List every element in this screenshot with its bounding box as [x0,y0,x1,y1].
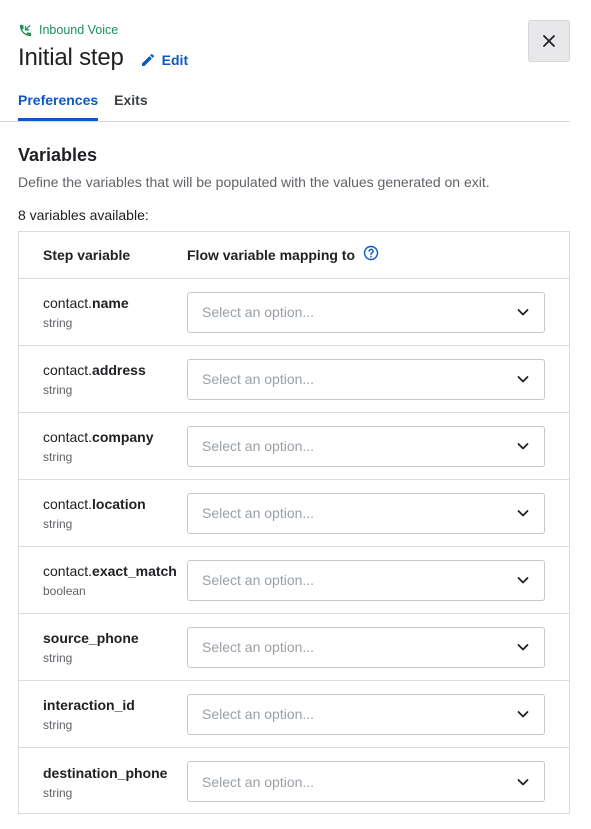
flow-variable-select[interactable]: Select an option... [187,761,545,802]
chevron-down-icon [516,573,530,587]
chevron-down-icon [516,775,530,789]
pencil-icon [140,52,156,68]
step-variable-name: source_phone [43,629,187,647]
step-variable-name: contact.location [43,495,187,513]
flow-variable-select[interactable]: Select an option... [187,693,545,735]
chevron-down-icon [516,506,530,520]
chevron-down-icon [516,305,530,319]
step-variable-cell: contact.name string [43,294,187,330]
flow-variable-select[interactable]: Select an option... [187,358,545,400]
table-row: interaction_id string Select an option..… [19,681,569,748]
step-variable-type: string [43,651,73,665]
select-placeholder: Select an option... [202,505,315,521]
step-variable-key: source_phone [43,630,139,646]
column-header-flow-variable-label: Flow variable mapping to [187,247,356,263]
column-header-step-variable: Step variable [43,247,131,263]
variables-table: Step variable Flow variable mapping to c… [18,231,570,814]
variables-count: 8 variables available: [18,207,149,223]
step-variable-cell: destination_phone string [43,764,187,800]
tab-preferences[interactable]: Preferences [18,88,99,121]
step-variable-key: interaction_id [43,697,135,713]
select-placeholder: Select an option... [202,438,315,454]
step-variable-cell: contact.address string [43,361,187,397]
flow-variable-select[interactable]: Select an option... [187,626,545,668]
table-row: contact.exact_match boolean Select an op… [19,547,569,614]
step-variable-key: name [92,295,129,311]
step-variable-prefix: contact. [43,563,93,579]
phone-incoming-icon [18,23,33,38]
flow-variable-select[interactable]: Select an option... [187,559,545,601]
column-header-flow-variable: Flow variable mapping to [187,245,379,263]
step-variable-prefix: contact. [43,362,93,378]
step-variable-key: destination_phone [43,764,168,781]
step-variable-prefix: contact. [43,295,93,311]
flow-variable-select[interactable]: Select an option... [187,492,545,534]
table-header: Step variable Flow variable mapping to [19,232,569,279]
chevron-down-icon [516,372,530,386]
chevron-down-icon [516,707,530,721]
table-row: contact.name string Select an option... [19,279,569,346]
step-variable-type: string [43,316,73,330]
help-circle-icon[interactable] [363,245,379,261]
tabs-divider [0,121,570,122]
flow-variable-select[interactable]: Select an option... [187,425,545,467]
step-variable-name: interaction_id [43,696,187,714]
variables-section: Variables Define the variables that will… [18,145,570,223]
step-variable-type: string [43,383,73,397]
table-row: contact.company string Select an option.… [19,413,569,480]
chevron-down-icon [516,640,530,654]
step-variable-key: address [92,362,146,378]
step-variable-name: contact.exact_match [43,562,187,580]
step-variable-prefix: contact. [43,429,93,445]
select-placeholder: Select an option... [202,639,315,655]
step-variable-type: string [43,517,73,531]
step-header: Inbound Voice Initial step Edit [18,22,570,73]
step-variable-cell: source_phone string [43,629,187,665]
step-variable-key: location [92,496,146,512]
edit-button[interactable]: Edit [140,52,188,68]
section-title: Variables [18,145,98,165]
table-row: contact.address string Select an option.… [19,346,569,413]
flow-type-text: Inbound Voice [39,23,119,37]
select-placeholder: Select an option... [202,773,315,790]
step-variable-cell: contact.location string [43,495,187,531]
step-variable-type: string [43,450,73,464]
step-variable-type: string [43,785,73,800]
section-description: Define the variables that will be popula… [18,174,490,190]
step-variable-name: contact.company [43,428,187,446]
step-variable-key: company [92,429,154,445]
step-variable-name: destination_phone [43,764,187,782]
edit-label: Edit [161,52,189,68]
flow-type-label: Inbound Voice [18,22,570,38]
step-variable-key: exact_match [92,563,177,579]
step-variable-prefix: contact. [43,496,93,512]
table-row: destination_phone string Select an optio… [19,748,569,815]
select-placeholder: Select an option... [202,572,315,588]
page-title: Initial step [18,44,124,71]
step-variable-cell: interaction_id string [43,696,187,732]
tab-exits[interactable]: Exits [114,88,147,121]
table-body: contact.name string Select an option... … [19,279,569,815]
tab-bar: Preferences Exits [18,88,148,121]
select-placeholder: Select an option... [202,304,315,320]
select-placeholder: Select an option... [202,371,315,387]
select-placeholder: Select an option... [202,706,315,722]
step-variable-type: string [43,718,73,732]
step-variable-type: boolean [43,584,86,598]
step-variable-cell: contact.exact_match boolean [43,562,187,598]
table-row: source_phone string Select an option... [19,614,569,681]
table-row: contact.location string Select an option… [19,480,569,547]
step-variable-name: contact.name [43,294,187,312]
close-icon [542,34,556,48]
close-button[interactable] [528,20,570,62]
step-variable-cell: contact.company string [43,428,187,464]
flow-variable-select[interactable]: Select an option... [187,291,545,333]
step-variable-name: contact.address [43,361,187,379]
chevron-down-icon [516,439,530,453]
